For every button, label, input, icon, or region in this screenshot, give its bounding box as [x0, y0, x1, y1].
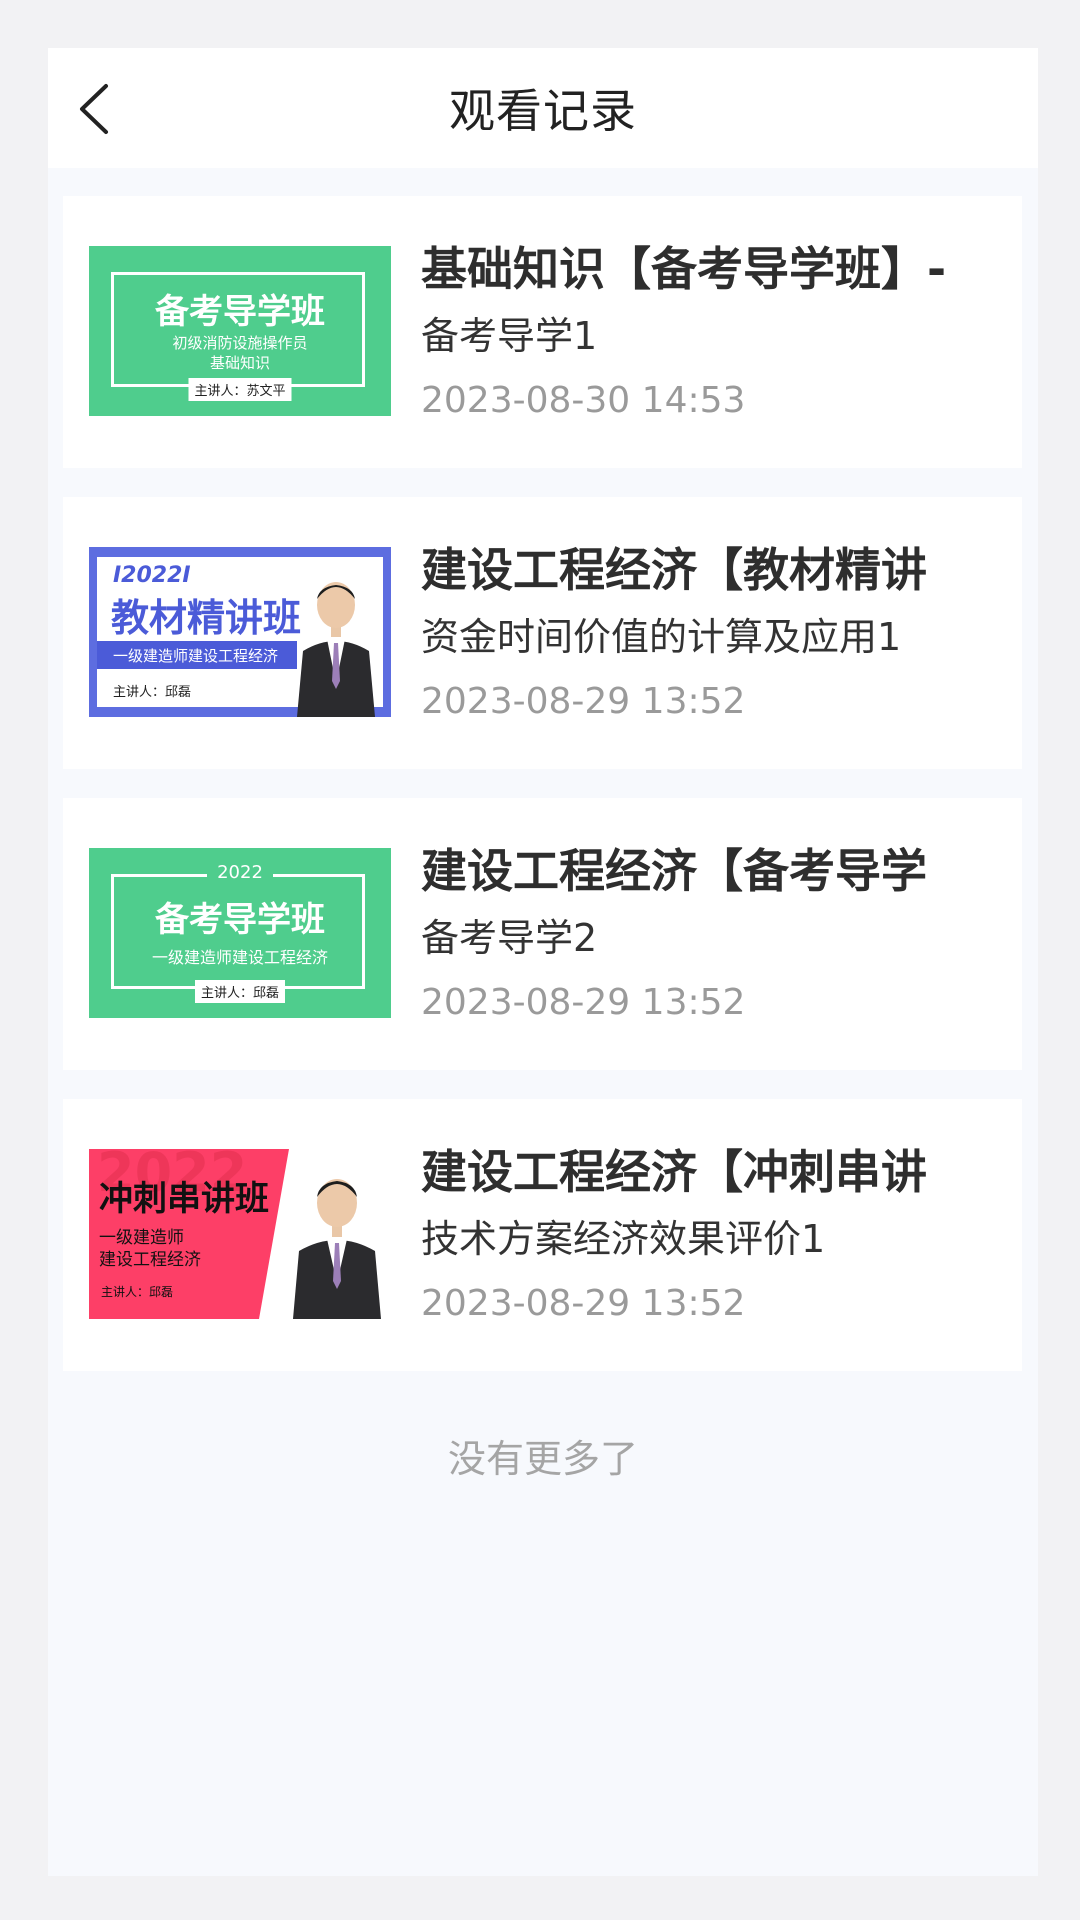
lecturer-photo — [297, 582, 375, 717]
lecturer-tag: 主讲人：苏文平 — [188, 378, 292, 401]
chevron-left-icon — [80, 84, 108, 134]
lecturer-tag: 主讲人：邱磊 — [101, 1285, 174, 1299]
course-title: 建设工程经济【冲刺串讲 — [421, 1145, 927, 1199]
watch-time: 2023-08-29 13:52 — [421, 982, 746, 1023]
thumbnail-subline: 初级消防设施操作员 — [172, 334, 308, 352]
watch-time: 2023-08-29 13:52 — [421, 1283, 746, 1324]
thumbnail-subline: 一级建造师建设工程经济 — [151, 948, 328, 967]
thumbnail-heading: 备考导学班 — [155, 292, 325, 332]
thumbnail-year: 2022 — [207, 862, 273, 883]
lesson-name: 技术方案经济效果评价1 — [421, 1217, 826, 1261]
thumbnail-subline: 建设工程经济 — [99, 1250, 201, 1270]
lesson-name: 备考导学1 — [421, 314, 598, 358]
thumbnail-heading: 备考导学班 — [155, 900, 325, 940]
history-card[interactable]: I2022I 教材精讲班 一级建造师建设工程经济 主讲人：邱磊 建设工程经济【教… — [63, 497, 1022, 769]
course-title: 建设工程经济【备考导学 — [421, 844, 927, 898]
back-button[interactable] — [70, 82, 124, 136]
thumbnail-subline: 基础知识 — [209, 354, 270, 372]
course-thumbnail: 2022 冲刺串讲班 一级建造师 建设工程经济 主讲人：邱磊 — [89, 1149, 391, 1319]
no-more-label: 没有更多了 — [447, 1437, 638, 1481]
course-title: 建设工程经济【教材精讲 — [421, 543, 927, 597]
lecturer-tag: 主讲人：邱磊 — [113, 685, 192, 700]
lecturer-tag: 主讲人：邱磊 — [194, 980, 286, 1003]
thumbnail-subline: 一级建造师建设工程经济 — [113, 647, 279, 665]
watch-time: 2023-08-30 14:53 — [421, 380, 746, 421]
watch-time: 2023-08-29 13:52 — [421, 681, 746, 722]
course-title: 基础知识【备考导学班】- — [421, 242, 947, 296]
lecturer-photo — [293, 1179, 381, 1319]
thumbnail-year: I2022I — [113, 563, 191, 588]
lesson-name: 备考导学2 — [421, 916, 598, 960]
thumbnail-heading: 教材精讲班 — [111, 596, 302, 640]
phone-screen: 观看记录 备考导学班 初级消防设施操作员 基础知识 主讲人：苏文平 基础知识【备… — [48, 48, 1038, 1876]
history-card[interactable]: 2022 冲刺串讲班 一级建造师 建设工程经济 主讲人：邱磊 建设工程经济【冲刺… — [63, 1099, 1022, 1371]
lesson-name: 资金时间价值的计算及应用1 — [421, 615, 902, 659]
header-bar: 观看记录 — [48, 48, 1038, 168]
history-card[interactable]: 备考导学班 初级消防设施操作员 基础知识 主讲人：苏文平 基础知识【备考导学班】… — [63, 196, 1022, 468]
course-thumbnail: 备考导学班 初级消防设施操作员 基础知识 主讲人：苏文平 — [89, 246, 391, 416]
course-thumbnail: 2022 备考导学班 一级建造师建设工程经济 主讲人：邱磊 — [89, 848, 391, 1018]
history-card[interactable]: 2022 备考导学班 一级建造师建设工程经济 主讲人：邱磊 建设工程经济【备考导… — [63, 798, 1022, 1070]
course-thumbnail: I2022I 教材精讲班 一级建造师建设工程经济 主讲人：邱磊 — [89, 547, 391, 717]
thumbnail-heading: 冲刺串讲班 — [99, 1179, 269, 1219]
page-title: 观看记录 — [449, 84, 637, 138]
